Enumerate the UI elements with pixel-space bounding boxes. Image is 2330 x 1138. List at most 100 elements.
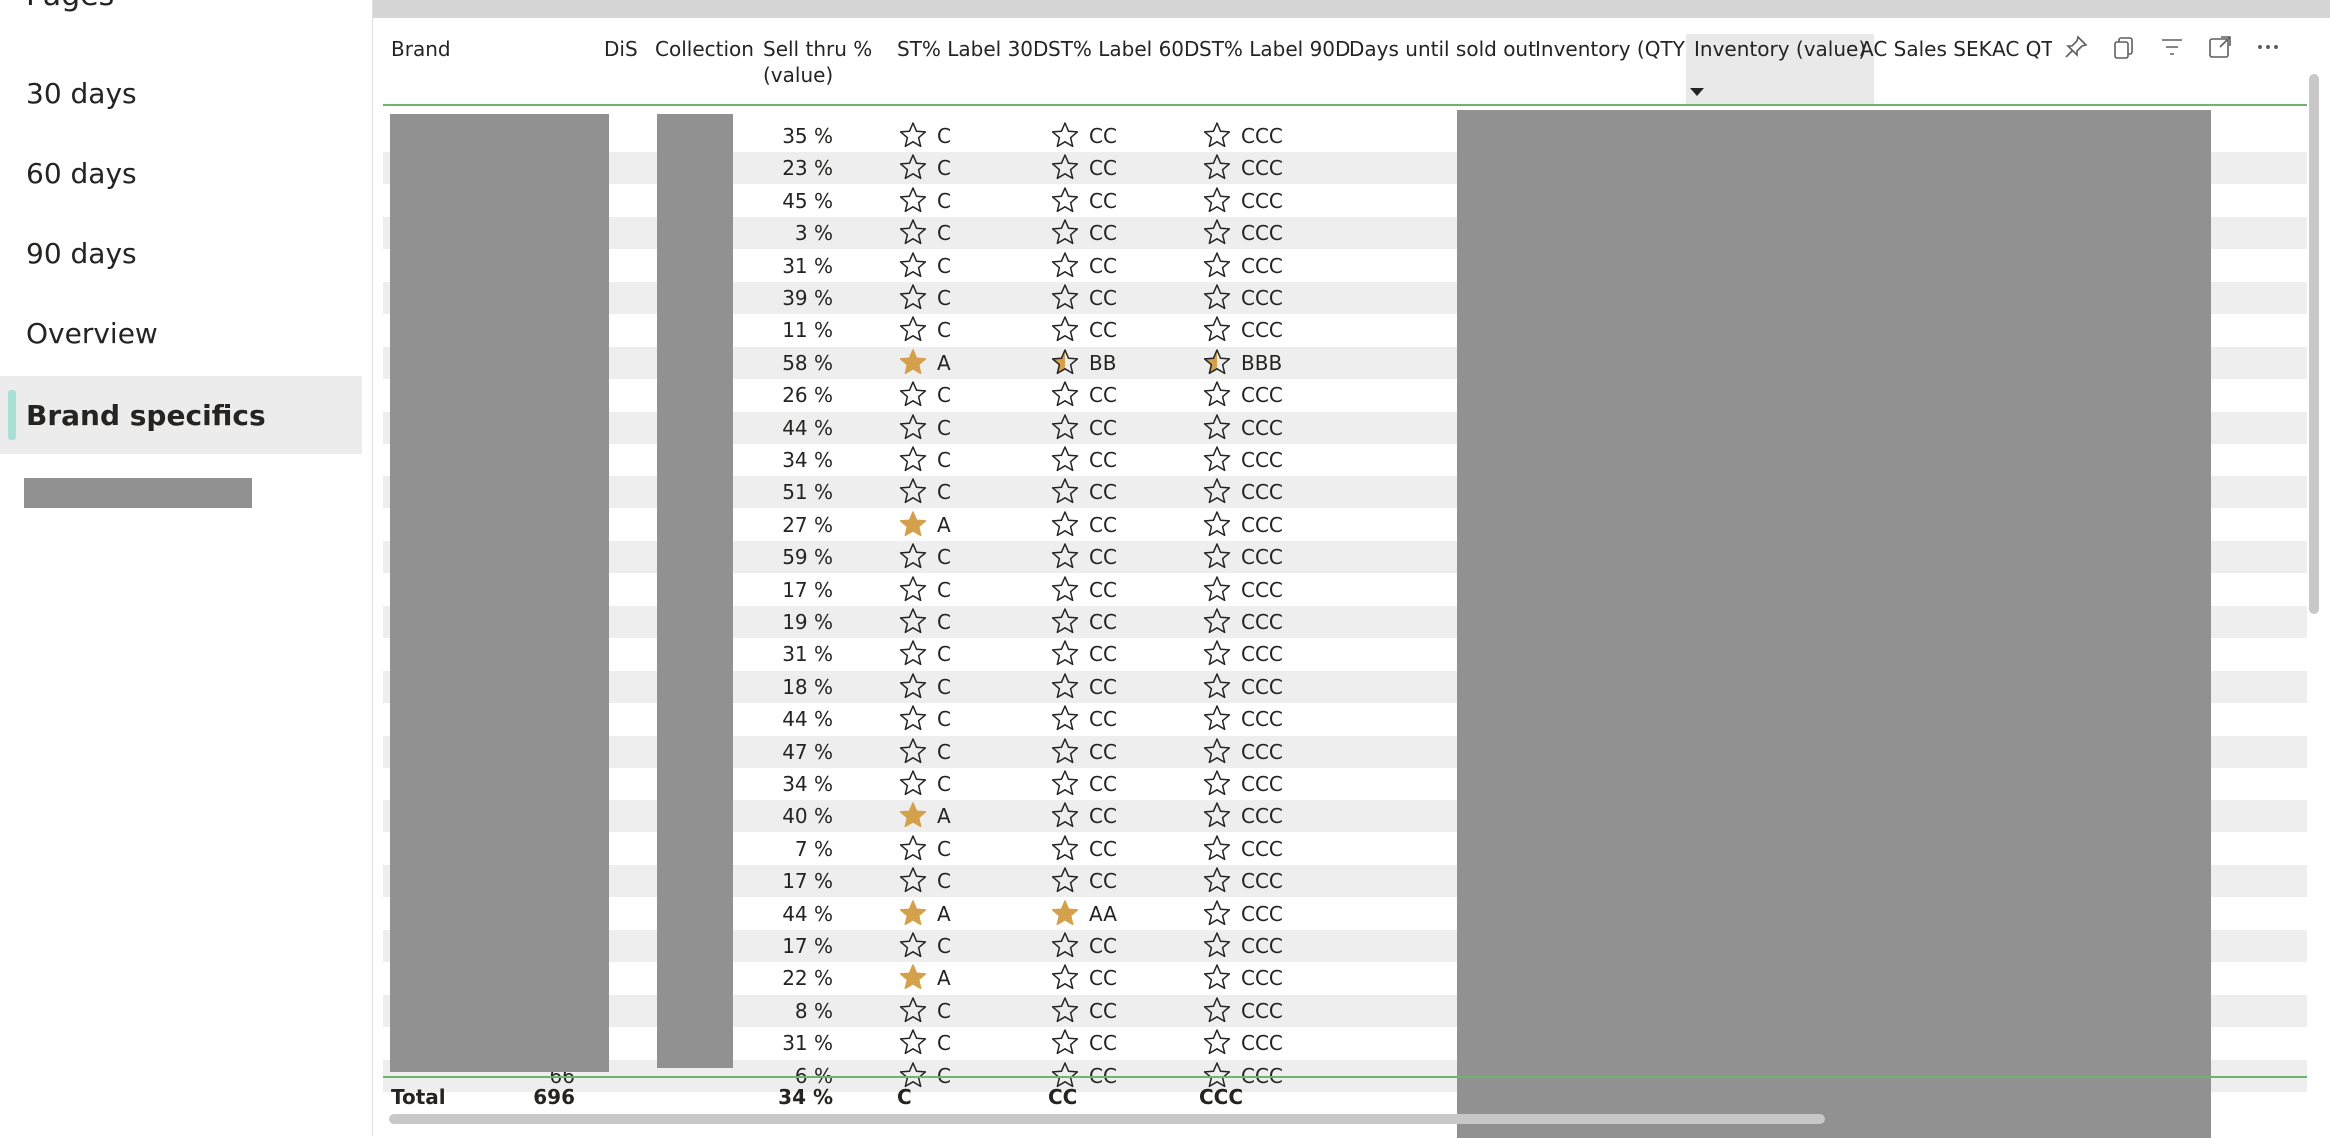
- cell-label-30d-text: A: [937, 350, 951, 375]
- cell-label-90d: CCC: [1203, 509, 1283, 541]
- rating-star-icon: [1203, 413, 1231, 439]
- cell-label-30d: A: [899, 347, 951, 379]
- cell-label-30d: C: [899, 930, 951, 962]
- column-header-ac-sales-sek[interactable]: AC Sales SEK: [1860, 36, 1992, 62]
- total-label-30d: C: [897, 1085, 912, 1109]
- cell-label-60d: CC: [1051, 444, 1117, 476]
- rating-star-icon: [1203, 575, 1231, 601]
- page-tab-60-days[interactable]: 60 days: [0, 134, 362, 212]
- cell-label-90d: CCC: [1203, 703, 1283, 735]
- cell-label-90d-text: CCC: [1241, 383, 1283, 408]
- cell-label-30d: C: [899, 833, 951, 865]
- rating-star-icon: [899, 381, 927, 407]
- cell-label-30d: C: [899, 638, 951, 670]
- cell-label-30d: C: [899, 476, 951, 508]
- rating-star-icon: [1203, 284, 1231, 310]
- rating-star-icon: [1051, 251, 1079, 277]
- rating-star-icon: [1203, 932, 1231, 958]
- cell-sell-thru: 19 %: [782, 610, 833, 634]
- rating-star-icon: [1203, 316, 1231, 342]
- cell-label-90d: CCC: [1203, 833, 1283, 865]
- cell-label-60d: CC: [1051, 1027, 1117, 1059]
- cell-sell-thru: 44 %: [782, 901, 833, 926]
- cell-sell-thru: 31 %: [782, 642, 833, 667]
- cell-label-60d-text: CC: [1089, 188, 1117, 213]
- redacted-brand-column: [390, 114, 609, 1072]
- page-tab-brand-specifics[interactable]: Brand specifics: [0, 376, 362, 454]
- cell-label-90d: CCC: [1203, 930, 1283, 962]
- column-header-label-90d[interactable]: ST% Label 90D: [1199, 36, 1350, 62]
- column-header-label-30d[interactable]: ST% Label 30D: [897, 36, 1048, 62]
- cell-label-60d-text: CC: [1089, 156, 1117, 181]
- redacted-page-tab[interactable]: [24, 478, 252, 508]
- horizontal-scrollbar[interactable]: [389, 1114, 1825, 1124]
- rating-star-icon: [1051, 349, 1079, 374]
- page-tab-30-days[interactable]: 30 days: [0, 54, 362, 132]
- column-header-ac-qty[interactable]: AC QTY: [1992, 36, 2052, 62]
- visual-header-toolbar: [2063, 34, 2281, 69]
- column-header-collection[interactable]: Collection: [655, 36, 754, 62]
- column-header-brand[interactable]: Brand: [391, 36, 451, 62]
- cell-label-90d: CCC: [1203, 152, 1283, 184]
- cell-label-30d: C: [899, 412, 951, 444]
- cell-label-30d-text: C: [937, 480, 951, 505]
- cell-label-60d-text: CC: [1089, 221, 1117, 246]
- focus-mode-icon[interactable]: [2207, 34, 2233, 69]
- rating-star-icon: [899, 737, 927, 763]
- column-header-days-until-sold-out[interactable]: Days until sold out: [1349, 36, 1536, 62]
- cell-label-90d-text: CCC: [1241, 188, 1283, 213]
- cell-sell-thru: 44 %: [782, 707, 833, 732]
- rating-star-icon: [1051, 1029, 1079, 1055]
- rating-star-icon: [1203, 899, 1231, 925]
- cell-label-30d: C: [899, 768, 951, 800]
- page-tab-overview[interactable]: Overview: [0, 294, 362, 372]
- cell-label-30d: C: [899, 444, 951, 476]
- cell-label-60d: CC: [1051, 412, 1117, 444]
- cell-label-90d: CCC: [1203, 962, 1283, 994]
- cell-label-90d: CCC: [1203, 120, 1283, 152]
- rating-star-icon: [1051, 284, 1079, 310]
- cell-label-90d-text: CCC: [1241, 901, 1283, 926]
- vertical-scrollbar[interactable]: [2309, 74, 2319, 614]
- cell-label-30d-text: C: [937, 1031, 951, 1056]
- cell-label-60d-text: CC: [1089, 998, 1117, 1023]
- page-tab-90-days[interactable]: 90 days: [0, 214, 362, 292]
- cell-label-30d-text: C: [937, 772, 951, 796]
- pin-icon[interactable]: [2063, 34, 2089, 69]
- cell-label-30d-text: A: [937, 966, 951, 991]
- column-header-inventory-qty[interactable]: Inventory (QTY): [1535, 36, 1693, 62]
- pages-title: Pages: [26, 0, 114, 13]
- cell-label-90d-text: CCC: [1241, 124, 1283, 148]
- copy-icon[interactable]: [2111, 34, 2137, 69]
- column-header-sell-thru[interactable]: Sell thru % (value): [763, 36, 872, 88]
- cell-label-60d: CC: [1051, 185, 1117, 217]
- cell-sell-thru: 39 %: [782, 286, 833, 310]
- cell-label-60d: CC: [1051, 930, 1117, 962]
- total-label-60d: CC: [1048, 1085, 1078, 1109]
- rating-star-icon: [1051, 835, 1079, 860]
- filter-icon[interactable]: [2159, 34, 2185, 69]
- column-header-dis[interactable]: DiS: [604, 36, 638, 62]
- cell-label-30d: C: [899, 282, 951, 314]
- cell-label-60d-text: CC: [1089, 772, 1117, 796]
- cell-sell-thru: 11 %: [782, 318, 833, 343]
- more-options-icon[interactable]: [2255, 34, 2281, 69]
- cell-label-60d: CC: [1051, 574, 1117, 606]
- cell-label-90d-text: CCC: [1241, 512, 1283, 537]
- total-row: Total 696 34 % C CC CCC: [383, 1080, 2307, 1114]
- redacted-values-block: [1457, 110, 2211, 1138]
- cell-label-90d-text: CCC: [1241, 480, 1283, 505]
- rating-star-icon: [1203, 446, 1231, 472]
- cell-label-60d: CC: [1051, 379, 1117, 411]
- cell-label-60d: CC: [1051, 250, 1117, 282]
- rating-star-icon: [1203, 219, 1231, 245]
- rating-star-icon: [1203, 511, 1231, 536]
- cell-label-90d: BBB: [1203, 347, 1282, 379]
- rating-star-icon: [899, 122, 927, 148]
- column-header-label-60d[interactable]: ST% Label 60D: [1048, 36, 1199, 62]
- cell-label-60d-text: CC: [1089, 804, 1117, 829]
- column-header-inventory-value[interactable]: Inventory (value): [1686, 34, 1875, 104]
- cell-sell-thru: 27 %: [782, 512, 833, 537]
- cell-label-60d-text: CC: [1089, 642, 1117, 667]
- header-divider: [383, 104, 2307, 106]
